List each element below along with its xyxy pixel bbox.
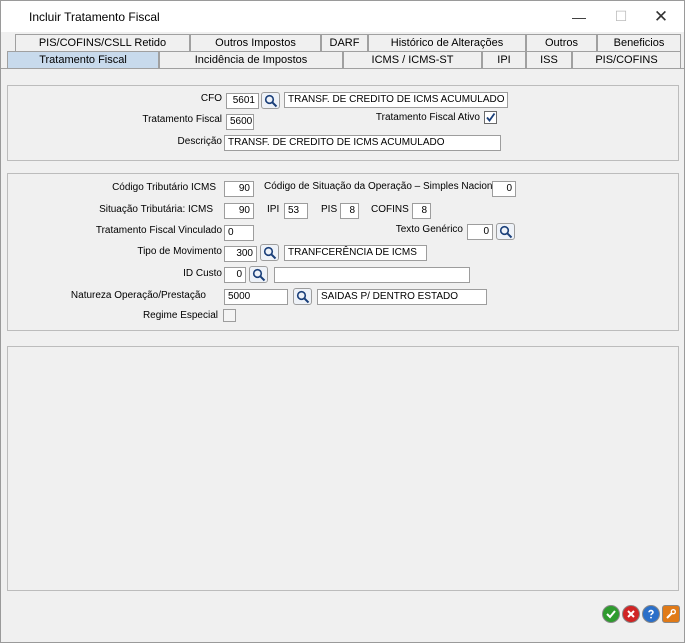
tab-ipi[interactable]: IPI [482,51,526,68]
situacao-icms-field[interactable]: 90 [224,203,254,219]
dialog-window: Incluir Tratamento Fiscal — ☐ ✕ PIS/COFI… [0,0,685,643]
situacao-tributaria-label: Situação Tributária: ICMS [99,204,213,215]
tab-outros-impostos[interactable]: Outros Impostos [190,34,321,51]
csosn-field[interactable]: 0 [492,181,516,197]
cofins-label: COFINS [371,204,409,215]
checkmark-icon [486,112,496,122]
codigo-tributario-label: Código Tributário ICMS [112,182,216,193]
wrench-icon [666,609,677,619]
tratamento-ativo-label: Tratamento Fiscal Ativo [375,112,480,123]
tratamento-fiscal-field[interactable]: 5600 [226,114,254,130]
magnifier-icon [499,225,513,239]
cfo-panel: CFO 5601 TRANSF. DE CREDITO DE ICMS ACUM… [7,85,679,161]
tab-divider [1,68,684,69]
tab-outros[interactable]: Outros [526,34,597,51]
cancel-icon [627,610,635,618]
texto-generico-label: Texto Genérico [395,224,463,235]
natureza-operacao-lookup-button[interactable] [293,288,312,305]
question-icon [648,609,654,619]
tab-beneficios[interactable]: Beneficios [597,34,681,51]
tributacao-panel: Código Tributário ICMS 90 Código de Situ… [7,173,679,331]
minimize-button[interactable]: — [559,1,599,32]
magnifier-icon [264,94,278,108]
tratamento-fiscal-label: Tratamento Fiscal [142,114,222,125]
window-title: Incluir Tratamento Fiscal [29,10,160,24]
cfo-lookup-button[interactable] [261,92,280,109]
close-button[interactable]: ✕ [641,1,681,32]
tab-darf[interactable]: DARF [321,34,368,51]
magnifier-icon [252,268,266,282]
tratamento-ativo-checkbox[interactable] [484,111,497,124]
descricao-field[interactable]: TRANSF. DE CREDITO DE ICMS ACUMULADO [224,135,501,151]
tab-pis-cofins[interactable]: PIS/COFINS [572,51,681,68]
tipo-movimento-lookup-button[interactable] [260,244,279,261]
texto-generico-lookup-button[interactable] [496,223,515,240]
tipo-movimento-label: Tipo de Movimento [137,246,222,257]
pis-label: PIS [321,204,338,215]
natureza-operacao-description-field[interactable]: SAIDAS P/ DENTRO ESTADO [317,289,487,305]
cancel-button[interactable] [622,605,640,623]
ipi-label: IPI [267,204,280,215]
tipo-movimento-description-field[interactable]: TRANFCERÊNCIA DE ICMS [284,245,427,261]
tab-iss[interactable]: ISS [526,51,572,68]
maximize-button[interactable]: ☐ [601,1,641,32]
tab-incidencia-impostos[interactable]: Incidência de Impostos [159,51,343,68]
cfo-field[interactable]: 5601 [226,93,259,109]
id-custo-description-field[interactable] [274,267,470,283]
csosn-label: Código de Situação da Operação – Simples… [264,181,501,192]
id-custo-field[interactable]: 0 [224,267,246,283]
help-button[interactable] [642,605,660,623]
magnifier-icon [296,290,310,304]
regime-especial-checkbox[interactable] [223,309,236,322]
tab-historico-alteracoes[interactable]: Histórico de Alterações [368,34,526,51]
natureza-operacao-field[interactable]: 5000 [224,289,288,305]
tab-tratamento-fiscal[interactable]: Tratamento Fiscal [7,51,159,68]
tratamento-vinculado-field[interactable]: 0 [224,225,254,241]
regime-especial-label: Regime Especial [142,310,218,321]
tratamento-vinculado-label: Tratamento Fiscal Vinculado [95,225,222,236]
tipo-movimento-field[interactable]: 300 [224,246,257,262]
tab-icms-icms-st[interactable]: ICMS / ICMS-ST [343,51,482,68]
cfo-label: CFO [200,93,222,104]
content-area [7,346,679,591]
tools-button[interactable] [662,605,680,623]
magnifier-icon [263,246,277,260]
title-bar: Incluir Tratamento Fiscal — ☐ ✕ [1,1,684,32]
check-icon [606,610,616,619]
codigo-tributario-field[interactable]: 90 [224,181,254,197]
cfo-description-field[interactable]: TRANSF. DE CREDITO DE ICMS ACUMULADO [284,92,508,108]
descricao-label: Descrição [177,136,222,147]
id-custo-label: ID Custo [183,268,222,279]
ipi-field[interactable]: 53 [284,203,308,219]
natureza-operacao-label: Natureza Operação/Prestação [70,290,206,301]
cofins-field[interactable]: 8 [412,203,431,219]
pis-field[interactable]: 8 [340,203,359,219]
texto-generico-field[interactable]: 0 [467,224,493,240]
tab-pis-cofins-csll-retido[interactable]: PIS/COFINS/CSLL Retido [15,34,190,51]
confirm-button[interactable] [602,605,620,623]
id-custo-lookup-button[interactable] [249,266,268,283]
